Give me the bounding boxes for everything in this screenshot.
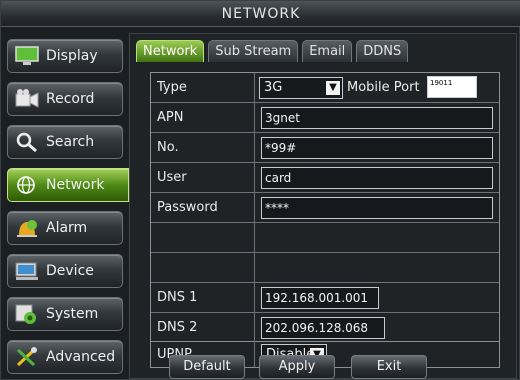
number-label: No. — [151, 133, 255, 162]
sidebar-item-label: Advanced — [46, 349, 116, 365]
empty-cell — [151, 253, 255, 282]
form-row-password: Password **** — [151, 193, 499, 223]
form-row-number: No. *99# — [151, 133, 499, 163]
alarm-icon — [14, 217, 40, 239]
sidebar-item-label: Network — [46, 177, 105, 193]
password-field[interactable]: **** — [261, 197, 493, 219]
tab-email[interactable]: Email — [302, 40, 353, 62]
default-button[interactable]: Default — [169, 355, 245, 379]
network-icon — [14, 174, 40, 196]
monitor-icon — [14, 45, 40, 67]
form-row-type: Type 3G ▼ Mobile Port 19011 — [151, 73, 499, 103]
apn-field[interactable]: 3gnet — [261, 107, 493, 129]
sidebar-item-system[interactable]: System — [7, 297, 123, 331]
form-row-apn: APN 3gnet — [151, 103, 499, 133]
sidebar-item-search[interactable]: Search — [7, 125, 123, 159]
dns1-label: DNS 1 — [151, 283, 255, 312]
tab-ddns[interactable]: DDNS — [356, 40, 409, 62]
form-row-dns2: DNS 2 202.096.128.068 — [151, 313, 499, 343]
chevron-down-icon: ▼ — [326, 81, 340, 95]
system-icon — [14, 303, 40, 325]
apply-button[interactable]: Apply — [259, 355, 335, 379]
sidebar-item-label: System — [46, 306, 99, 322]
network-settings-window: NETWORK Display Record Search Network Al… — [0, 0, 520, 380]
tools-icon — [14, 346, 40, 368]
user-field[interactable]: card — [261, 167, 493, 189]
dns2-label: DNS 2 — [151, 313, 255, 342]
window-title: NETWORK — [1, 1, 520, 27]
network-form: Type 3G ▼ Mobile Port 19011 APN 3gnet No… — [150, 72, 500, 342]
mobile-port-field[interactable]: 19011 — [427, 76, 477, 98]
tab-network[interactable]: Network — [136, 40, 205, 62]
type-value: 3G — [264, 80, 283, 95]
tab-bar: Network Sub Stream Email DDNS — [136, 40, 412, 62]
network-panel: Network Sub Stream Email DDNS Type 3G ▼ … — [129, 33, 517, 379]
apn-label: APN — [151, 103, 255, 132]
sidebar-menu: Display Record Search Network Alarm Devi… — [3, 33, 129, 379]
dns1-field[interactable]: 192.168.001.001 — [261, 287, 379, 309]
exit-button[interactable]: Exit — [351, 355, 427, 379]
type-label: Type — [151, 73, 255, 102]
mobile-port-label: Mobile Port — [347, 80, 420, 95]
form-row-empty — [151, 223, 499, 253]
sidebar-item-label: Record — [46, 91, 95, 107]
type-select[interactable]: 3G ▼ — [259, 77, 343, 99]
tab-sub-stream[interactable]: Sub Stream — [208, 40, 299, 62]
sidebar-item-label: Alarm — [46, 220, 88, 236]
sidebar-item-advanced[interactable]: Advanced — [7, 340, 123, 374]
record-icon — [14, 88, 40, 110]
user-label: User — [151, 163, 255, 192]
sidebar-item-alarm[interactable]: Alarm — [7, 211, 123, 245]
password-label: Password — [151, 193, 255, 222]
sidebar-item-record[interactable]: Record — [7, 82, 123, 116]
sidebar-item-device[interactable]: Device — [7, 254, 123, 288]
device-icon — [14, 260, 40, 282]
form-row-user: User card — [151, 163, 499, 193]
dns2-field[interactable]: 202.096.128.068 — [261, 317, 385, 339]
form-row-empty — [151, 253, 499, 283]
form-row-dns1: DNS 1 192.168.001.001 — [151, 283, 499, 313]
sidebar-item-display[interactable]: Display — [7, 39, 123, 73]
empty-cell — [151, 223, 255, 252]
number-field[interactable]: *99# — [261, 137, 493, 159]
sidebar-item-network[interactable]: Network — [7, 168, 129, 202]
search-icon — [14, 131, 40, 153]
sidebar-item-label: Device — [46, 263, 94, 279]
sidebar-item-label: Display — [46, 48, 98, 64]
sidebar-item-label: Search — [46, 134, 95, 150]
